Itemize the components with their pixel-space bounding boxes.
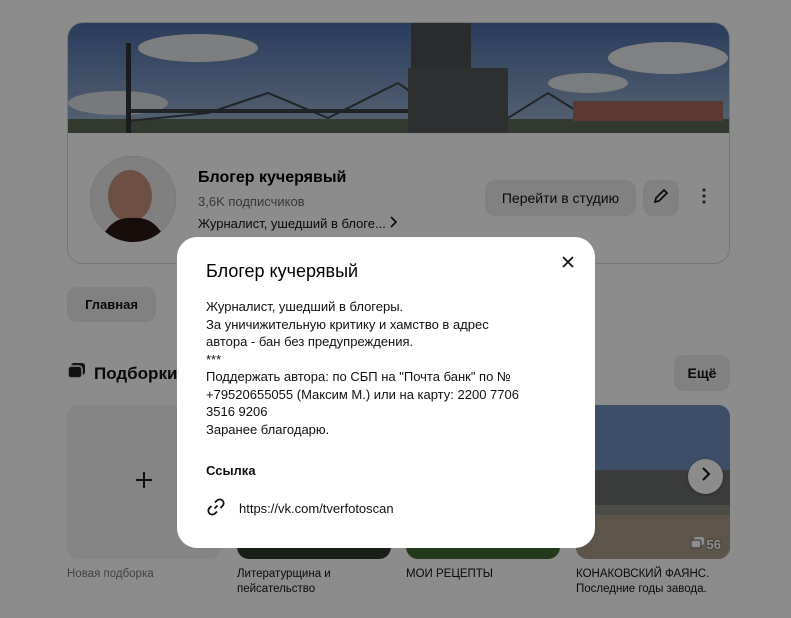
description-line: 3516 9206	[206, 404, 268, 419]
description-line: За уничижительную критику и хамство в ад…	[206, 316, 489, 332]
description-line: автора - бан без предупреждения.	[206, 334, 414, 349]
external-link[interactable]: https://vk.com/tverfotoscan	[206, 497, 394, 520]
modal-title: Блогер кучерявый	[206, 261, 359, 281]
description-line: ***	[206, 351, 222, 367]
link-heading: Ссылка	[206, 463, 256, 478]
close-icon	[562, 255, 574, 273]
modal-description: Журналист, ушедший в блогеры. За уничижи…	[206, 298, 566, 438]
description-line: +79520655055 (Максим М.) или на карту: 2…	[206, 386, 519, 402]
link-icon	[206, 497, 226, 520]
channel-info-modal: Блогер кучерявый Журналист, ушедший в бл…	[177, 237, 595, 548]
modal-close-button[interactable]	[558, 254, 578, 274]
description-line: Заранее благодарю.	[206, 421, 330, 437]
channel-page: Блогер кучерявый 3,6K подписчиков Журнал…	[0, 0, 791, 618]
link-url[interactable]: https://vk.com/tverfotoscan	[239, 501, 394, 516]
description-line: Журналист, ушедший в блогеры.	[206, 299, 404, 314]
description-line: Поддержать автора: по СБП на "Почта банк…	[206, 369, 511, 384]
